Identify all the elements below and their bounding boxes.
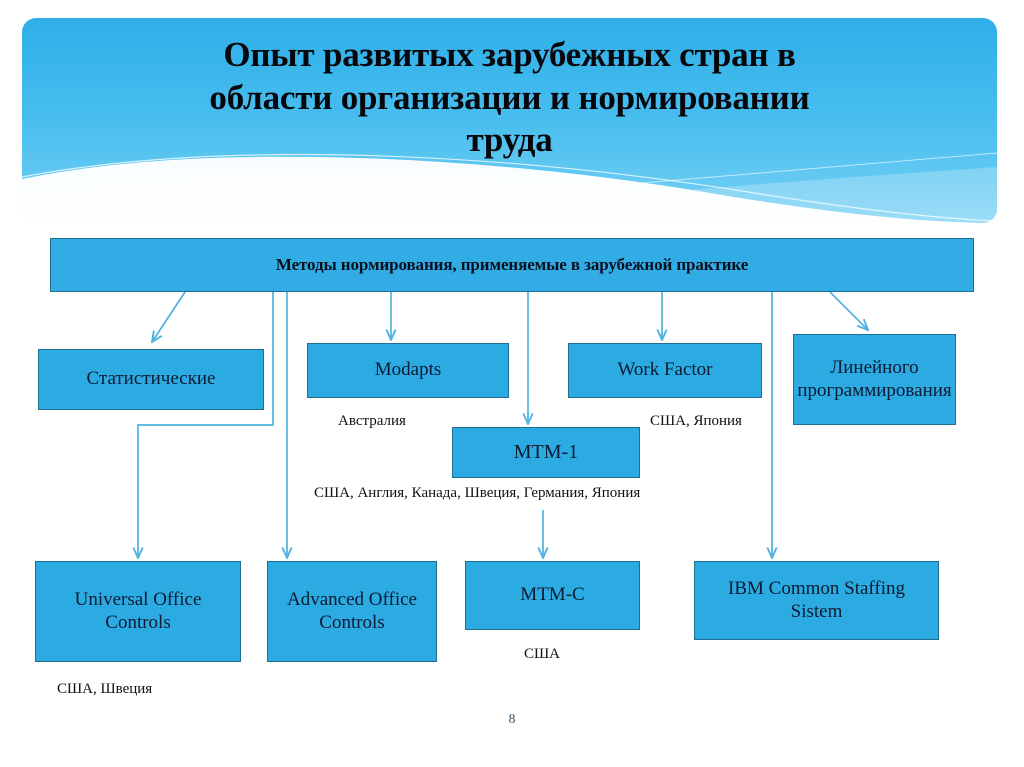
diagram: Методы нормирования, применяемые в заруб… xyxy=(0,0,1024,767)
caption-work-factor: США, Япония xyxy=(650,413,742,429)
node-universal-office-controls-label: Universal Office Controls xyxy=(74,589,202,633)
node-advanced-office-controls[interactable]: Advanced Office Controls xyxy=(267,561,437,662)
caption-mtm-1: США, Англия, Канада, Швеция, Германия, Я… xyxy=(314,485,641,501)
node-work-factor[interactable]: Work Factor xyxy=(568,343,762,398)
node-statistical-label: Статистические xyxy=(86,368,216,390)
caption-universal-office-controls: США, Швеция xyxy=(57,681,153,697)
connector-root-to-statistical xyxy=(152,291,186,342)
caption-mtm-c: США xyxy=(524,646,560,662)
node-linear-programming[interactable]: Линейного программирования xyxy=(793,334,956,425)
node-mtm-c-label: MTM-C xyxy=(520,584,585,606)
node-universal-office-controls[interactable]: Universal Office Controls xyxy=(35,561,241,662)
node-ibm-common-staffing-sistem[interactable]: IBM Common Staffing Sistem xyxy=(694,561,939,640)
node-modapts[interactable]: Modapts xyxy=(307,343,509,398)
node-root-label: Методы нормирования, применяемые в заруб… xyxy=(275,255,749,275)
node-statistical[interactable]: Статистические xyxy=(38,349,264,410)
connector-root-to-universal-office-controls xyxy=(138,292,274,558)
slide: Опыт развитых зарубежных стран в области… xyxy=(0,0,1024,767)
node-mtm-1[interactable]: MTM-1 xyxy=(452,427,640,478)
node-mtm-1-label: MTM-1 xyxy=(513,440,579,463)
caption-modapts: Австралия xyxy=(338,413,406,429)
connector-root-to-linear-programming xyxy=(829,291,868,330)
node-root-methods[interactable]: Методы нормирования, применяемые в заруб… xyxy=(50,238,974,292)
node-advanced-office-controls-label: Advanced Office Controls xyxy=(287,589,417,633)
node-work-factor-label: Work Factor xyxy=(617,359,713,381)
page-number: 8 xyxy=(508,712,516,727)
node-modapts-label: Modapts xyxy=(374,359,442,381)
node-linear-programming-label: Линейного программирования xyxy=(797,357,952,401)
node-mtm-c[interactable]: MTM-C xyxy=(465,561,640,630)
node-ibm-common-staffing-sistem-label: IBM Common Staffing Sistem xyxy=(728,578,905,622)
